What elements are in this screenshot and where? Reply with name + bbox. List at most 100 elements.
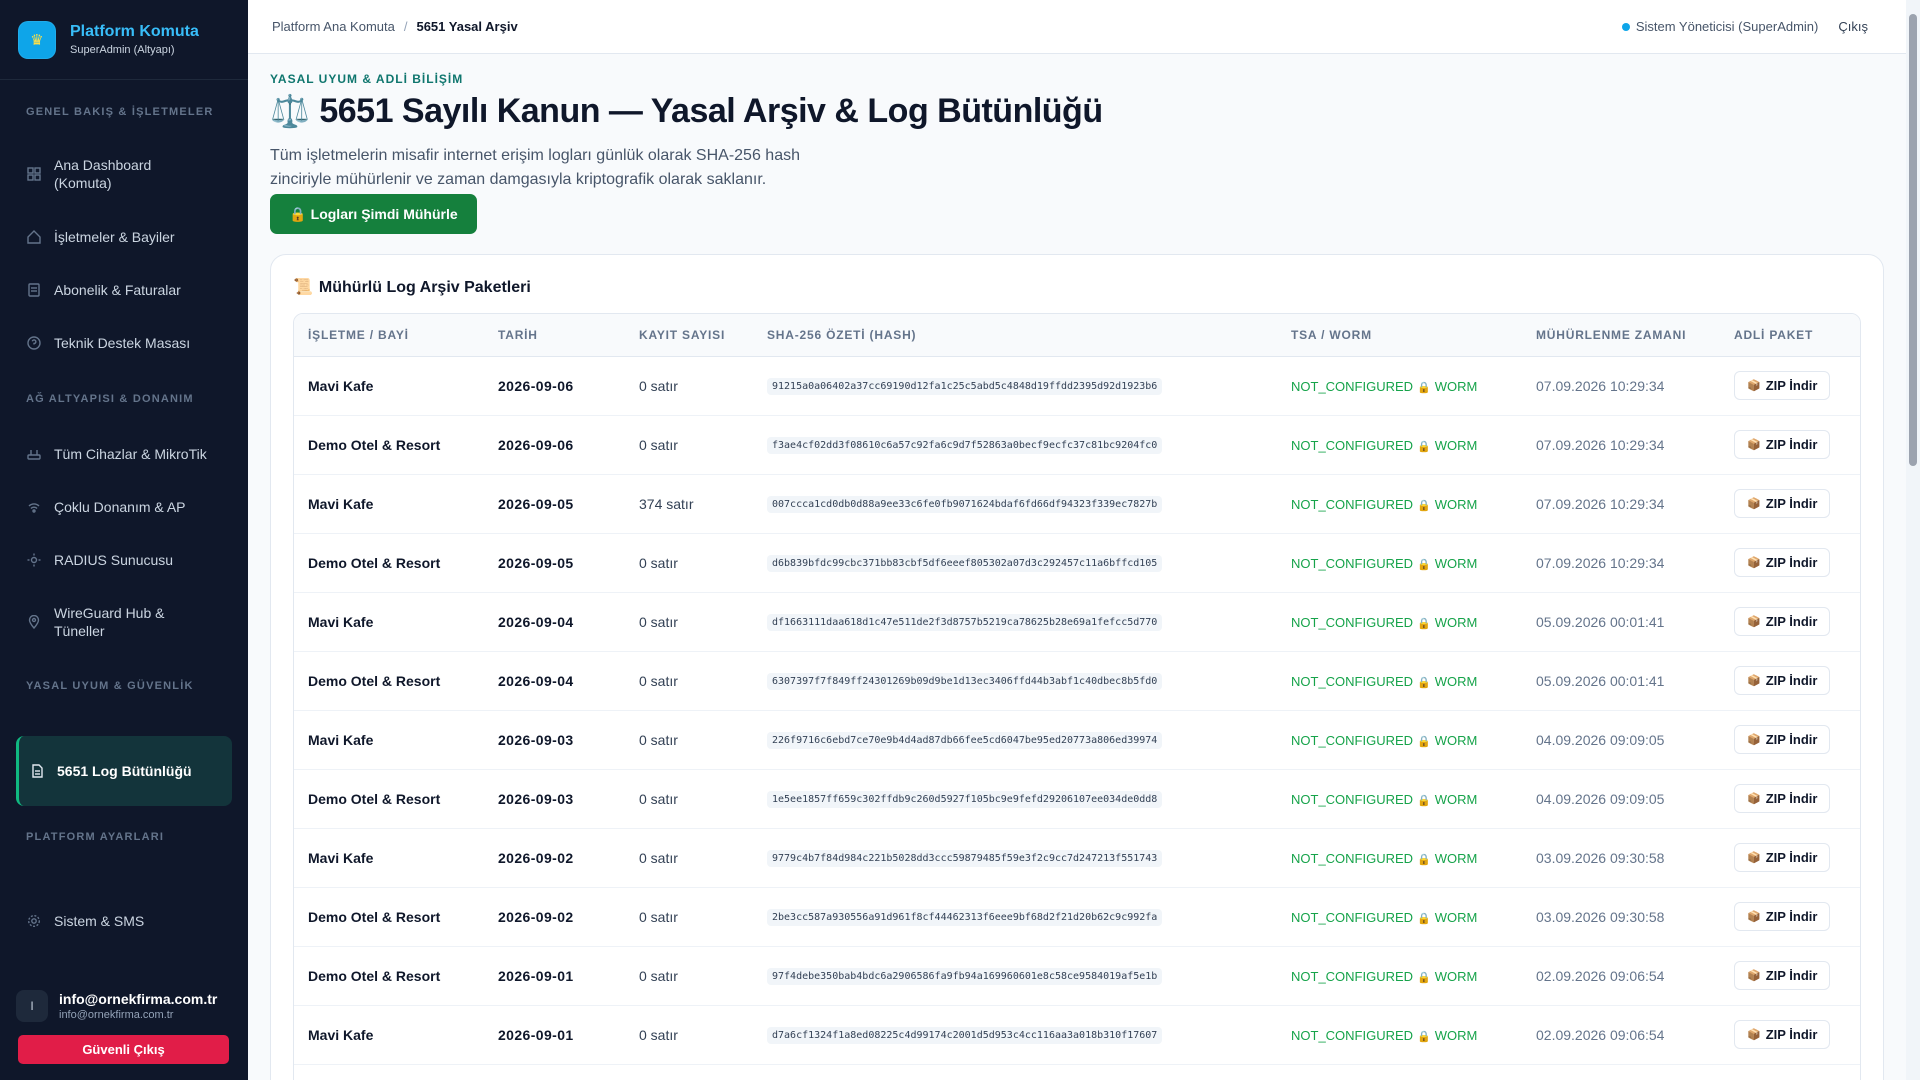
cell-record-count: 0 satır: [625, 710, 753, 770]
user-name: info@ornekfirma.com.tr: [59, 991, 218, 1007]
cell-hash: 9779c4b7f84d984c221b5028dd3ccc59879485f5…: [753, 828, 1277, 888]
sidebar-item-subscriptions[interactable]: Abonelik & Faturalar: [16, 279, 232, 301]
cell-date: 2026-09-01: [484, 946, 625, 1006]
brand[interactable]: ♛ Platform Komuta SuperAdmin (Altyapı): [0, 0, 248, 80]
cell-record-count: 0 satır: [625, 592, 753, 652]
secure-logout-button[interactable]: Güvenli Çıkış: [18, 1035, 229, 1064]
package-icon: 📦: [1747, 498, 1761, 510]
zip-download-button[interactable]: 📦 ZIP İndir: [1734, 666, 1831, 695]
cell-sealed-at: 05.09.2026 00:01:41: [1522, 592, 1720, 652]
hash-value[interactable]: d7a6cf1324f1a8ed08225c4d99174c2001d5d953…: [767, 1027, 1163, 1044]
tsa-status: NOT_CONFIGURED: [1291, 732, 1414, 748]
user-profile[interactable]: I info@ornekfirma.com.tr info@ornekfirma…: [16, 988, 232, 1024]
lock-icon: 🔒: [1417, 971, 1431, 984]
sidebar-item-log-integrity[interactable]: 5651 Log Bütünlüğü: [16, 736, 232, 806]
cell-sealed-at: 04.09.2026 09:09:05: [1522, 769, 1720, 829]
zip-download-label: ZIP İndir: [1765, 437, 1818, 452]
cell-tsa-worm: NOT_CONFIGURED 🔒 WORM: [1277, 828, 1522, 888]
hash-value[interactable]: 91215a0a06402a37cc69190d12fa1c25c5abd5c4…: [767, 378, 1163, 395]
zip-download-label: ZIP İndir: [1765, 732, 1818, 747]
zip-download-button[interactable]: 📦 ZIP İndir: [1734, 1020, 1831, 1049]
cell-tsa-worm: NOT_CONFIGURED 🔒 WORM: [1277, 946, 1522, 1006]
hash-value[interactable]: f3ae4cf02dd3f08610c6a57c92fa6c9d7f52863a…: [767, 437, 1163, 454]
hash-value[interactable]: 6307397f7f849ff24301269b09d9be1d13ec3406…: [767, 673, 1163, 690]
lock-icon: 🔒: [1417, 912, 1431, 925]
cell-tsa-worm: NOT_CONFIGURED 🔒 WORM: [1277, 1005, 1522, 1065]
lock-icon: 🔒: [1417, 381, 1431, 394]
cell-tsa-worm: NOT_CONFIGURED 🔒 WORM: [1277, 887, 1522, 947]
cell-forensic-package: 📦 ZIP İndir: [1720, 887, 1860, 947]
sidebar-item-hardware[interactable]: Çoklu Donanım & AP: [16, 496, 232, 518]
zip-download-button[interactable]: 📦 ZIP İndir: [1734, 961, 1831, 990]
hash-value[interactable]: 97f4debe350bab4bdc6a2906586fa9fb94a16996…: [767, 968, 1163, 985]
sidebar-item-support[interactable]: Teknik Destek Masası: [16, 332, 232, 354]
sidebar: ♛ Platform Komuta SuperAdmin (Altyapı) G…: [0, 0, 248, 1080]
hash-value[interactable]: 9779c4b7f84d984c221b5028dd3ccc59879485f5…: [767, 850, 1163, 867]
hash-value[interactable]: 007ccca1cd0db0d88a9ee33c6fe0fb9071624bda…: [767, 496, 1163, 513]
page-scrollbar[interactable]: [1906, 0, 1920, 1080]
avatar: I: [16, 990, 48, 1022]
hash-value[interactable]: 2be3cc587a930556a91d961f8cf44462313f6eee…: [767, 909, 1163, 926]
scales-icon: ⚖️: [270, 93, 310, 129]
package-icon: 📦: [1747, 557, 1761, 569]
tsa-status: NOT_CONFIGURED: [1291, 1027, 1414, 1043]
zip-download-button[interactable]: 📦 ZIP İndir: [1734, 548, 1831, 577]
router-icon: [26, 446, 42, 462]
cell-sealed-at: 03.09.2026 09:30:58: [1522, 887, 1720, 947]
nav-section-network: AĞ ALTYAPISI & DONANIM: [26, 393, 194, 405]
lock-icon: 🔒: [1417, 617, 1431, 630]
logout-link[interactable]: Çıkış: [1838, 19, 1868, 34]
hash-value[interactable]: 226f9716c6ebd7ce70e9b4d4ad87db66fee5cd60…: [767, 732, 1163, 749]
sidebar-item-label: Abonelik & Faturalar: [54, 282, 181, 298]
cell-business: Demo Otel & Resort: [294, 415, 484, 475]
cell-record-count: 0 satır: [625, 533, 753, 593]
scroll-icon: 📜: [293, 279, 313, 296]
hash-value[interactable]: df1663111daa618d1c47e511de2f3d8757b5219c…: [767, 614, 1163, 631]
sidebar-item-system-sms[interactable]: Sistem & SMS: [16, 910, 232, 932]
scrollbar-thumb[interactable]: [1909, 14, 1917, 466]
cell-hash: d7a6cf1324f1a8ed08225c4d99174c2001d5d953…: [753, 1005, 1277, 1065]
breadcrumb-root[interactable]: Platform Ana Komuta: [272, 19, 395, 34]
zip-download-button[interactable]: 📦 ZIP İndir: [1734, 489, 1831, 518]
sidebar-item-wireguard[interactable]: WireGuard Hub & Tüneller: [16, 602, 232, 642]
cell-hash: f3ae4cf02dd3f08610c6a57c92fa6c9d7f52863a…: [753, 415, 1277, 475]
zip-download-label: ZIP İndir: [1765, 909, 1818, 924]
cell-forensic-package: 📦 ZIP İndir: [1720, 1005, 1860, 1065]
seal-logs-button[interactable]: 🔒 Logları Şimdi Mühürle: [270, 194, 477, 234]
sidebar-item-businesses[interactable]: İşletmeler & Bayiler: [16, 226, 232, 248]
tsa-status: NOT_CONFIGURED: [1291, 909, 1414, 925]
table-row: Demo Otel & Resort 2026-09-04 0 satır 63073…: [294, 651, 1860, 711]
sidebar-item-dashboard[interactable]: Ana Dashboard (Komuta): [16, 154, 232, 194]
nav-section-platform: PLATFORM AYARLARI: [26, 831, 165, 843]
zip-download-button[interactable]: 📦 ZIP İndir: [1734, 371, 1831, 400]
cell-business: Mavi Kafe: [294, 1005, 484, 1065]
cell-hash: df1663111daa618d1c47e511de2f3d8757b5219c…: [753, 592, 1277, 652]
table-row: Demo Otel & Resort 2026-09-01 0 satır 97f4d…: [294, 946, 1860, 1006]
zip-download-button[interactable]: 📦 ZIP İndir: [1734, 784, 1831, 813]
sidebar-item-devices[interactable]: Tüm Cihazlar & MikroTik: [16, 443, 232, 465]
archive-title-text: Mühürlü Log Arşiv Paketleri: [318, 279, 531, 296]
zip-download-button[interactable]: 📦 ZIP İndir: [1734, 902, 1831, 931]
worm-status: WORM: [1434, 555, 1478, 571]
zip-download-button[interactable]: 📦 ZIP İndir: [1734, 607, 1831, 636]
zip-download-label: ZIP İndir: [1765, 496, 1818, 511]
lock-icon: 🔒: [1417, 735, 1431, 748]
lock-icon: 🔒: [1417, 558, 1431, 571]
zip-download-button[interactable]: 📦 ZIP İndir: [1734, 725, 1831, 754]
zip-download-button[interactable]: 📦 ZIP İndir: [1734, 430, 1831, 459]
table-row: Demo Otel & Resort 2026-09-06 0 satır f3ae4…: [294, 415, 1860, 475]
tsa-status: NOT_CONFIGURED: [1291, 968, 1414, 984]
worm-status: WORM: [1434, 850, 1478, 866]
worm-status: WORM: [1434, 791, 1478, 807]
sidebar-item-label: 5651 Log Bütünlüğü: [57, 763, 192, 779]
zip-download-label: ZIP İndir: [1765, 378, 1818, 393]
zip-download-button[interactable]: 📦 ZIP İndir: [1734, 843, 1831, 872]
sidebar-item-radius[interactable]: RADIUS Sunucusu: [16, 549, 232, 571]
tsa-status: NOT_CONFIGURED: [1291, 555, 1414, 571]
hash-value[interactable]: 1e5ee1857ff659c302ffdb9c260d5927f105bc9e…: [767, 791, 1163, 808]
nav-section-overview: GENEL BAKIŞ & İŞLETMELER: [26, 106, 214, 118]
hash-value[interactable]: d6b839bfdc99cbc371bb83cbf5df6eeef805302a…: [767, 555, 1163, 572]
table-row: Demo Otel & Resort 2026-09-03 0 satır 1e5ee…: [294, 769, 1860, 829]
cell-forensic-package: 📦 ZIP İndir: [1720, 710, 1860, 770]
cell-sealed-at: 07.09.2026 10:29:34: [1522, 356, 1720, 416]
